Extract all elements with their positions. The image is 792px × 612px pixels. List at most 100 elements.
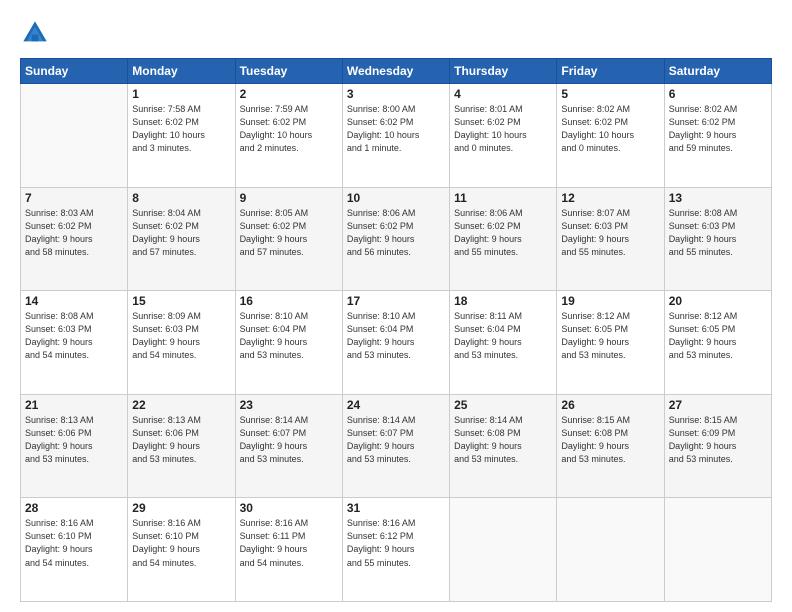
day-info: Sunrise: 8:16 AM Sunset: 6:11 PM Dayligh… xyxy=(240,517,338,569)
calendar-cell: 13 Sunrise: 8:08 AM Sunset: 6:03 PM Dayli… xyxy=(664,187,771,291)
day-info: Sunrise: 8:06 AM Sunset: 6:02 PM Dayligh… xyxy=(454,207,552,259)
day-number: 8 xyxy=(132,191,230,205)
week-row-2: 7 Sunrise: 8:03 AM Sunset: 6:02 PM Daylig… xyxy=(21,187,772,291)
calendar: SundayMondayTuesdayWednesdayThursdayFrid… xyxy=(20,58,772,602)
day-number: 15 xyxy=(132,294,230,308)
calendar-cell: 26 Sunrise: 8:15 AM Sunset: 6:08 PM Dayli… xyxy=(557,394,664,498)
day-number: 5 xyxy=(561,87,659,101)
day-number: 30 xyxy=(240,501,338,515)
day-info: Sunrise: 8:13 AM Sunset: 6:06 PM Dayligh… xyxy=(132,414,230,466)
day-info: Sunrise: 8:14 AM Sunset: 6:08 PM Dayligh… xyxy=(454,414,552,466)
calendar-cell: 28 Sunrise: 8:16 AM Sunset: 6:10 PM Dayli… xyxy=(21,498,128,602)
week-row-1: 1 Sunrise: 7:58 AM Sunset: 6:02 PM Daylig… xyxy=(21,84,772,188)
calendar-cell: 15 Sunrise: 8:09 AM Sunset: 6:03 PM Dayli… xyxy=(128,291,235,395)
day-info: Sunrise: 8:00 AM Sunset: 6:02 PM Dayligh… xyxy=(347,103,445,155)
day-info: Sunrise: 8:13 AM Sunset: 6:06 PM Dayligh… xyxy=(25,414,123,466)
calendar-cell: 31Sunrise: 8:16 AM Sunset: 6:12 PM Dayli… xyxy=(342,498,449,602)
day-number: 11 xyxy=(454,191,552,205)
day-info: Sunrise: 8:02 AM Sunset: 6:02 PM Dayligh… xyxy=(561,103,659,155)
day-number: 17 xyxy=(347,294,445,308)
calendar-cell: 23Sunrise: 8:14 AM Sunset: 6:07 PM Dayli… xyxy=(235,394,342,498)
weekday-header-friday: Friday xyxy=(557,59,664,84)
calendar-cell xyxy=(557,498,664,602)
calendar-cell: 21 Sunrise: 8:13 AM Sunset: 6:06 PM Dayli… xyxy=(21,394,128,498)
day-info: Sunrise: 8:08 AM Sunset: 6:03 PM Dayligh… xyxy=(25,310,123,362)
calendar-cell: 6 Sunrise: 8:02 AM Sunset: 6:02 PM Daylig… xyxy=(664,84,771,188)
calendar-cell: 10 Sunrise: 8:06 AM Sunset: 6:02 PM Dayli… xyxy=(342,187,449,291)
calendar-cell: 3 Sunrise: 8:00 AM Sunset: 6:02 PM Daylig… xyxy=(342,84,449,188)
day-info: Sunrise: 8:08 AM Sunset: 6:03 PM Dayligh… xyxy=(669,207,767,259)
calendar-cell: 19 Sunrise: 8:12 AM Sunset: 6:05 PM Dayli… xyxy=(557,291,664,395)
weekday-header-saturday: Saturday xyxy=(664,59,771,84)
calendar-cell: 22 Sunrise: 8:13 AM Sunset: 6:06 PM Dayli… xyxy=(128,394,235,498)
week-row-4: 21 Sunrise: 8:13 AM Sunset: 6:06 PM Dayli… xyxy=(21,394,772,498)
day-number: 16 xyxy=(240,294,338,308)
day-info: Sunrise: 8:01 AM Sunset: 6:02 PM Dayligh… xyxy=(454,103,552,155)
weekday-header-sunday: Sunday xyxy=(21,59,128,84)
day-info: Sunrise: 8:07 AM Sunset: 6:03 PM Dayligh… xyxy=(561,207,659,259)
day-info: Sunrise: 8:06 AM Sunset: 6:02 PM Dayligh… xyxy=(347,207,445,259)
weekday-header-thursday: Thursday xyxy=(450,59,557,84)
day-number: 10 xyxy=(347,191,445,205)
logo-icon xyxy=(20,18,50,48)
day-number: 21 xyxy=(25,398,123,412)
day-info: Sunrise: 8:11 AM Sunset: 6:04 PM Dayligh… xyxy=(454,310,552,362)
calendar-cell: 1 Sunrise: 7:58 AM Sunset: 6:02 PM Daylig… xyxy=(128,84,235,188)
page: SundayMondayTuesdayWednesdayThursdayFrid… xyxy=(0,0,792,612)
calendar-cell: 18Sunrise: 8:11 AM Sunset: 6:04 PM Dayli… xyxy=(450,291,557,395)
day-info: Sunrise: 8:10 AM Sunset: 6:04 PM Dayligh… xyxy=(240,310,338,362)
day-number: 19 xyxy=(561,294,659,308)
calendar-cell: 12Sunrise: 8:07 AM Sunset: 6:03 PM Dayli… xyxy=(557,187,664,291)
day-number: 1 xyxy=(132,87,230,101)
day-info: Sunrise: 8:16 AM Sunset: 6:10 PM Dayligh… xyxy=(25,517,123,569)
calendar-cell: 14 Sunrise: 8:08 AM Sunset: 6:03 PM Dayli… xyxy=(21,291,128,395)
day-number: 26 xyxy=(561,398,659,412)
day-info: Sunrise: 8:16 AM Sunset: 6:12 PM Dayligh… xyxy=(347,517,445,569)
day-number: 3 xyxy=(347,87,445,101)
calendar-cell: 25 Sunrise: 8:14 AM Sunset: 6:08 PM Dayli… xyxy=(450,394,557,498)
week-row-3: 14 Sunrise: 8:08 AM Sunset: 6:03 PM Dayli… xyxy=(21,291,772,395)
weekday-header-monday: Monday xyxy=(128,59,235,84)
day-info: Sunrise: 8:05 AM Sunset: 6:02 PM Dayligh… xyxy=(240,207,338,259)
calendar-cell: 17 Sunrise: 8:10 AM Sunset: 6:04 PM Dayli… xyxy=(342,291,449,395)
day-info: Sunrise: 8:12 AM Sunset: 6:05 PM Dayligh… xyxy=(561,310,659,362)
calendar-cell: 8Sunrise: 8:04 AM Sunset: 6:02 PM Daylig… xyxy=(128,187,235,291)
logo xyxy=(20,18,54,48)
day-info: Sunrise: 8:15 AM Sunset: 6:09 PM Dayligh… xyxy=(669,414,767,466)
day-number: 20 xyxy=(669,294,767,308)
day-info: Sunrise: 8:02 AM Sunset: 6:02 PM Dayligh… xyxy=(669,103,767,155)
calendar-cell: 27 Sunrise: 8:15 AM Sunset: 6:09 PM Dayli… xyxy=(664,394,771,498)
calendar-cell: 7 Sunrise: 8:03 AM Sunset: 6:02 PM Daylig… xyxy=(21,187,128,291)
calendar-cell: 9Sunrise: 8:05 AM Sunset: 6:02 PM Daylig… xyxy=(235,187,342,291)
calendar-cell: 20Sunrise: 8:12 AM Sunset: 6:05 PM Dayli… xyxy=(664,291,771,395)
day-info: Sunrise: 8:15 AM Sunset: 6:08 PM Dayligh… xyxy=(561,414,659,466)
calendar-cell: 4 Sunrise: 8:01 AM Sunset: 6:02 PM Daylig… xyxy=(450,84,557,188)
calendar-cell xyxy=(21,84,128,188)
day-number: 22 xyxy=(132,398,230,412)
day-number: 25 xyxy=(454,398,552,412)
weekday-header-tuesday: Tuesday xyxy=(235,59,342,84)
day-number: 4 xyxy=(454,87,552,101)
calendar-cell: 5 Sunrise: 8:02 AM Sunset: 6:02 PM Daylig… xyxy=(557,84,664,188)
weekday-header-wednesday: Wednesday xyxy=(342,59,449,84)
day-number: 2 xyxy=(240,87,338,101)
week-row-5: 28 Sunrise: 8:16 AM Sunset: 6:10 PM Dayli… xyxy=(21,498,772,602)
day-number: 23 xyxy=(240,398,338,412)
day-number: 6 xyxy=(669,87,767,101)
calendar-cell: 24Sunrise: 8:14 AM Sunset: 6:07 PM Dayli… xyxy=(342,394,449,498)
day-number: 28 xyxy=(25,501,123,515)
calendar-cell: 16 Sunrise: 8:10 AM Sunset: 6:04 PM Dayli… xyxy=(235,291,342,395)
day-info: Sunrise: 8:03 AM Sunset: 6:02 PM Dayligh… xyxy=(25,207,123,259)
day-number: 13 xyxy=(669,191,767,205)
day-number: 14 xyxy=(25,294,123,308)
header xyxy=(20,18,772,48)
calendar-cell: 30 Sunrise: 8:16 AM Sunset: 6:11 PM Dayli… xyxy=(235,498,342,602)
day-info: Sunrise: 8:10 AM Sunset: 6:04 PM Dayligh… xyxy=(347,310,445,362)
day-info: Sunrise: 8:09 AM Sunset: 6:03 PM Dayligh… xyxy=(132,310,230,362)
day-number: 7 xyxy=(25,191,123,205)
day-info: Sunrise: 8:16 AM Sunset: 6:10 PM Dayligh… xyxy=(132,517,230,569)
calendar-cell xyxy=(450,498,557,602)
day-info: Sunrise: 7:58 AM Sunset: 6:02 PM Dayligh… xyxy=(132,103,230,155)
day-number: 27 xyxy=(669,398,767,412)
weekday-header-row: SundayMondayTuesdayWednesdayThursdayFrid… xyxy=(21,59,772,84)
